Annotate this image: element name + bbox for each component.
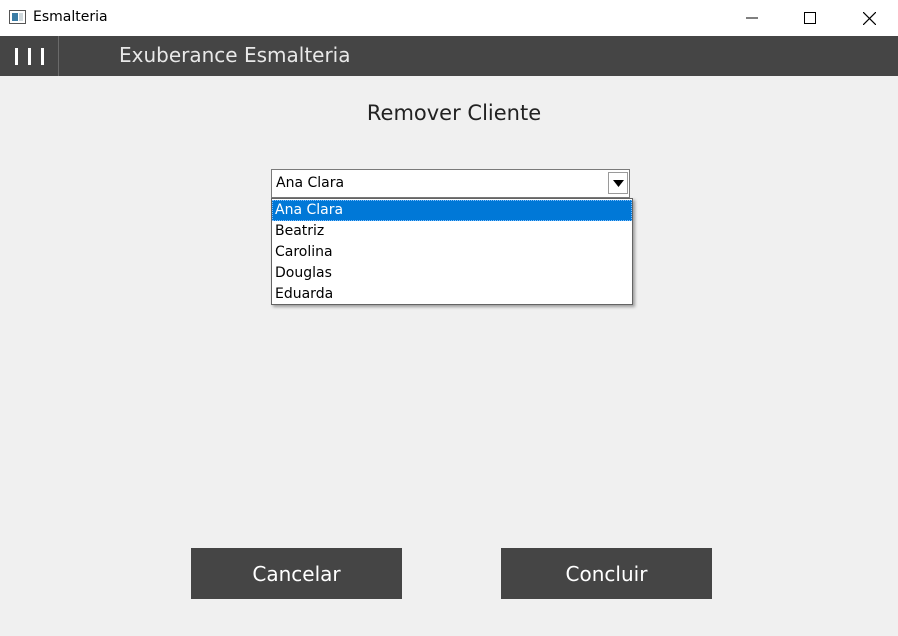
app-icon — [9, 10, 26, 24]
confirm-button[interactable]: Concluir — [501, 548, 712, 599]
dropdown-option[interactable]: Beatriz — [272, 221, 632, 242]
client-select[interactable]: Ana Clara — [271, 169, 630, 198]
page-title: Remover Cliente — [366, 101, 542, 125]
dropdown-option[interactable]: Ana Clara — [272, 200, 632, 221]
dropdown-option[interactable]: Eduarda — [272, 284, 632, 305]
window-title: Esmalteria — [33, 9, 108, 25]
dropdown-toggle[interactable] — [608, 172, 628, 194]
maximize-icon — [804, 12, 816, 24]
app-title: Exuberance Esmalteria — [119, 43, 351, 67]
client-select-value: Ana Clara — [276, 175, 345, 191]
main-content: Remover Cliente Ana Clara Ana Clara Beat… — [0, 76, 898, 636]
hamburger-icon — [10, 47, 49, 65]
window-titlebar: Esmalteria — [0, 0, 898, 36]
menu-button[interactable] — [0, 36, 59, 76]
dropdown-option[interactable]: Carolina — [272, 242, 632, 263]
close-button[interactable] — [840, 0, 898, 36]
app-header: Exuberance Esmalteria — [0, 36, 898, 76]
client-dropdown-list: Ana Clara Beatriz Carolina Douglas Eduar… — [271, 198, 633, 305]
dropdown-option[interactable]: Douglas — [272, 263, 632, 284]
cancel-button[interactable]: Cancelar — [191, 548, 402, 599]
chevron-down-icon — [612, 179, 624, 187]
minimize-icon — [746, 17, 758, 19]
close-icon — [862, 11, 876, 25]
maximize-button[interactable] — [781, 0, 839, 36]
minimize-button[interactable] — [723, 0, 781, 36]
